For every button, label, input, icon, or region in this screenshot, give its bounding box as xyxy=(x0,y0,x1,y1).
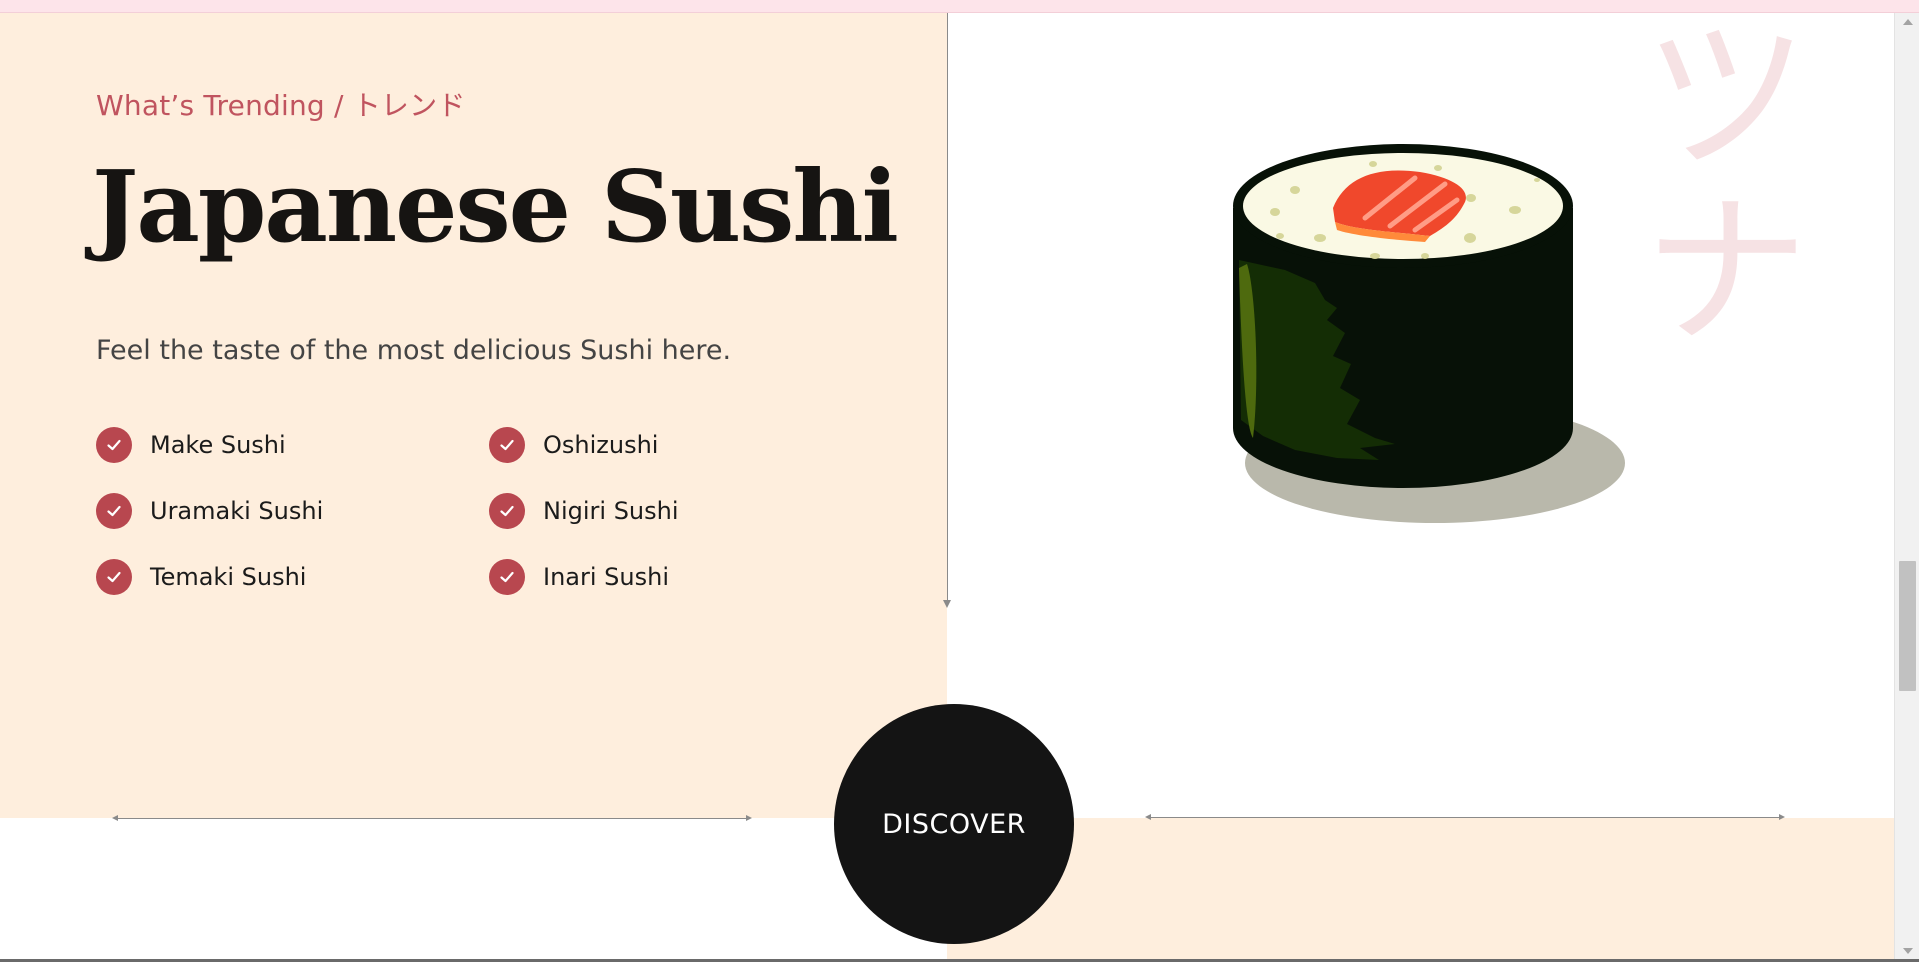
list-item: Nigiri Sushi xyxy=(489,493,789,529)
list-item: Make Sushi xyxy=(96,427,489,463)
check-icon xyxy=(489,559,525,595)
check-icon xyxy=(96,427,132,463)
vertical-divider xyxy=(947,13,948,603)
scroll-up-icon[interactable] xyxy=(1903,19,1913,25)
check-icon xyxy=(96,493,132,529)
right-horizontal-divider xyxy=(1145,814,1785,820)
feature-label: Oshizushi xyxy=(543,431,659,459)
vertical-divider-arrow xyxy=(943,600,951,608)
feature-list: Make Sushi Oshizushi Uramaki Sushi Nigir… xyxy=(96,427,716,595)
hero-left-panel xyxy=(0,13,947,818)
page-title: Japanese Sushi xyxy=(92,150,899,265)
discover-button[interactable]: DISCOVER xyxy=(834,704,1074,944)
kana-na: ナ xyxy=(1643,176,1809,368)
list-item: Inari Sushi xyxy=(489,559,789,595)
section-eyebrow: What’s Trending / トレンド xyxy=(96,89,466,122)
decorative-kana: ツ ナ xyxy=(1636,10,1816,360)
list-item: Uramaki Sushi xyxy=(96,493,489,529)
sushi-roll-icon xyxy=(1225,138,1625,543)
scroll-down-icon[interactable] xyxy=(1903,948,1913,954)
feature-label: Nigiri Sushi xyxy=(543,497,679,525)
top-strip xyxy=(0,0,1919,13)
feature-label: Uramaki Sushi xyxy=(150,497,324,525)
left-horizontal-divider xyxy=(112,815,752,821)
list-item: Temaki Sushi xyxy=(96,559,489,595)
feature-label: Make Sushi xyxy=(150,431,286,459)
scrollbar-thumb[interactable] xyxy=(1899,561,1916,691)
check-icon xyxy=(489,493,525,529)
list-item: Oshizushi xyxy=(489,427,789,463)
bottom-right-panel xyxy=(947,818,1894,962)
feature-label: Temaki Sushi xyxy=(150,563,307,591)
check-icon xyxy=(96,559,132,595)
kana-tsu: ツ xyxy=(1643,1,1809,193)
feature-label: Inari Sushi xyxy=(543,563,669,591)
scrollbar[interactable] xyxy=(1894,13,1919,962)
check-icon xyxy=(489,427,525,463)
hero-subtitle: Feel the taste of the most delicious Sus… xyxy=(96,335,732,366)
